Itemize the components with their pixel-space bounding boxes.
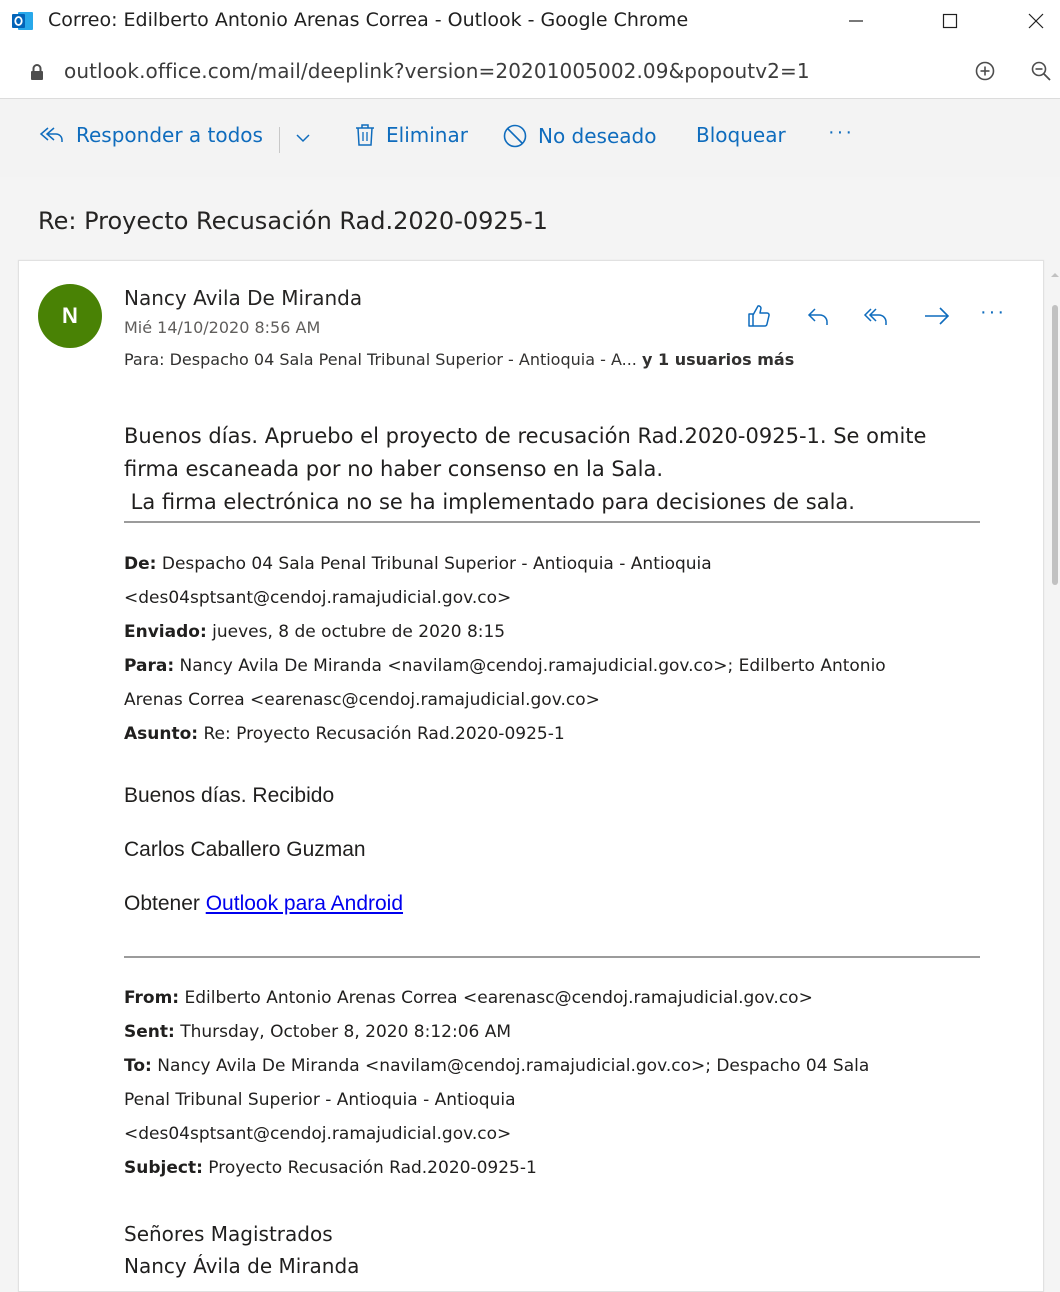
signature: Carlos Caballero Guzman xyxy=(124,838,366,861)
scrollbar-thumb[interactable] xyxy=(1052,305,1058,585)
quoted-sent: Enviado: jueves, 8 de octubre de 2020 8:… xyxy=(124,622,506,642)
reply-all-icon[interactable] xyxy=(862,303,890,334)
message-more-button[interactable]: ··· xyxy=(980,301,1006,324)
reply-all-label: Responder a todos xyxy=(76,123,263,147)
divider xyxy=(124,521,980,523)
block-label: Bloquear xyxy=(696,123,786,147)
reply-text: Buenos días. Recibido xyxy=(124,784,335,807)
more-recipients[interactable]: y 1 usuarios más xyxy=(642,350,794,369)
lock-icon[interactable] xyxy=(30,64,44,85)
quoted-sent: Sent: Thursday, October 8, 2020 8:12:06 … xyxy=(124,1022,512,1042)
body-line: La firma electrónica no se ha implementa… xyxy=(124,490,855,514)
maximize-button[interactable] xyxy=(930,6,970,36)
junk-label: No deseado xyxy=(538,124,657,148)
quoted-header: From: Edilberto Antonio Arenas Correa <e… xyxy=(124,981,1004,1185)
body-line: firma escaneada por no haber consenso en… xyxy=(124,457,663,481)
window-titlebar: Correo: Edilberto Antonio Arenas Correa … xyxy=(0,0,1060,42)
delete-button[interactable]: Eliminar xyxy=(354,123,468,147)
message-body: Buenos días. Apruebo el proyecto de recu… xyxy=(124,420,1004,519)
quoted-to-cont: Penal Tribunal Superior - Antioquia - An… xyxy=(124,1090,516,1110)
command-bar: Responder a todos Eliminar No deseado Bl… xyxy=(0,99,1060,177)
addressee-name: Nancy Ávila de Miranda xyxy=(124,1254,360,1278)
reply-icon[interactable] xyxy=(806,303,832,334)
message-date: Mié 14/10/2020 8:56 AM xyxy=(124,318,321,337)
message-subject: Re: Proyecto Recusación Rad.2020-0925-1 xyxy=(38,207,548,235)
url-text[interactable]: outlook.office.com/mail/deeplink?version… xyxy=(64,59,810,83)
delete-label: Eliminar xyxy=(386,123,468,147)
quoted-to-cont: <des04sptsant@cendoj.ramajudicial.gov.co… xyxy=(124,1124,512,1144)
like-icon[interactable] xyxy=(746,303,772,334)
window-title: Correo: Edilberto Antonio Arenas Correa … xyxy=(48,9,689,31)
outlook-android-link[interactable]: Outlook para Android xyxy=(206,892,403,915)
block-button[interactable]: Bloquear xyxy=(696,123,786,147)
to-value: Despacho 04 Sala Penal Tribunal Superior… xyxy=(169,350,637,369)
quoted-header: De: Despacho 04 Sala Penal Tribunal Supe… xyxy=(124,547,1004,751)
trash-icon xyxy=(356,124,374,146)
recipients-line[interactable]: Para: Despacho 04 Sala Penal Tribunal Su… xyxy=(124,350,794,369)
forward-arrow-icon[interactable] xyxy=(922,303,952,334)
to-label: Para: xyxy=(124,350,165,369)
divider xyxy=(124,956,980,958)
body-line: Buenos días. Apruebo el proyecto de recu… xyxy=(124,424,927,448)
quoted-from: From: Edilberto Antonio Arenas Correa <e… xyxy=(124,988,813,1008)
address-bar[interactable]: outlook.office.com/mail/deeplink?version… xyxy=(0,42,1060,99)
quoted-to: To: Nancy Avila De Miranda <navilam@cend… xyxy=(124,1056,870,1076)
greeting: Señores Magistrados xyxy=(124,1222,333,1246)
close-button[interactable] xyxy=(1016,6,1056,36)
junk-button[interactable]: No deseado xyxy=(502,123,656,149)
sender-name[interactable]: Nancy Avila De Miranda xyxy=(124,286,362,310)
search-icon[interactable] xyxy=(1030,60,1052,87)
reply-all-button[interactable]: Responder a todos xyxy=(38,123,263,147)
get-outlook-line: Obtener Outlook para Android xyxy=(124,892,404,915)
scroll-up-arrow-icon[interactable] xyxy=(1050,266,1060,284)
quoted-from-email: <des04sptsant@cendoj.ramajudicial.gov.co… xyxy=(124,588,512,608)
more-options-button[interactable]: ··· xyxy=(828,121,854,144)
quoted-subject: Subject: Proyecto Recusación Rad.2020-09… xyxy=(124,1158,537,1178)
toolbar-divider xyxy=(279,127,280,153)
chevron-down-icon[interactable] xyxy=(294,129,312,152)
quoted-to-cont: Arenas Correa <earenasc@cendoj.ramajudic… xyxy=(124,690,600,710)
block-circle-icon xyxy=(503,124,527,148)
minimize-button[interactable] xyxy=(836,6,876,36)
reply-all-icon xyxy=(39,127,63,142)
avatar[interactable]: N xyxy=(38,284,102,348)
quoted-subject: Asunto: Re: Proyecto Recusación Rad.2020… xyxy=(124,724,565,744)
quoted-from: De: Despacho 04 Sala Penal Tribunal Supe… xyxy=(124,554,712,574)
outlook-app-icon xyxy=(12,11,34,31)
quoted-to: Para: Nancy Avila De Miranda <navilam@ce… xyxy=(124,656,886,676)
zoom-in-icon[interactable] xyxy=(974,60,996,87)
